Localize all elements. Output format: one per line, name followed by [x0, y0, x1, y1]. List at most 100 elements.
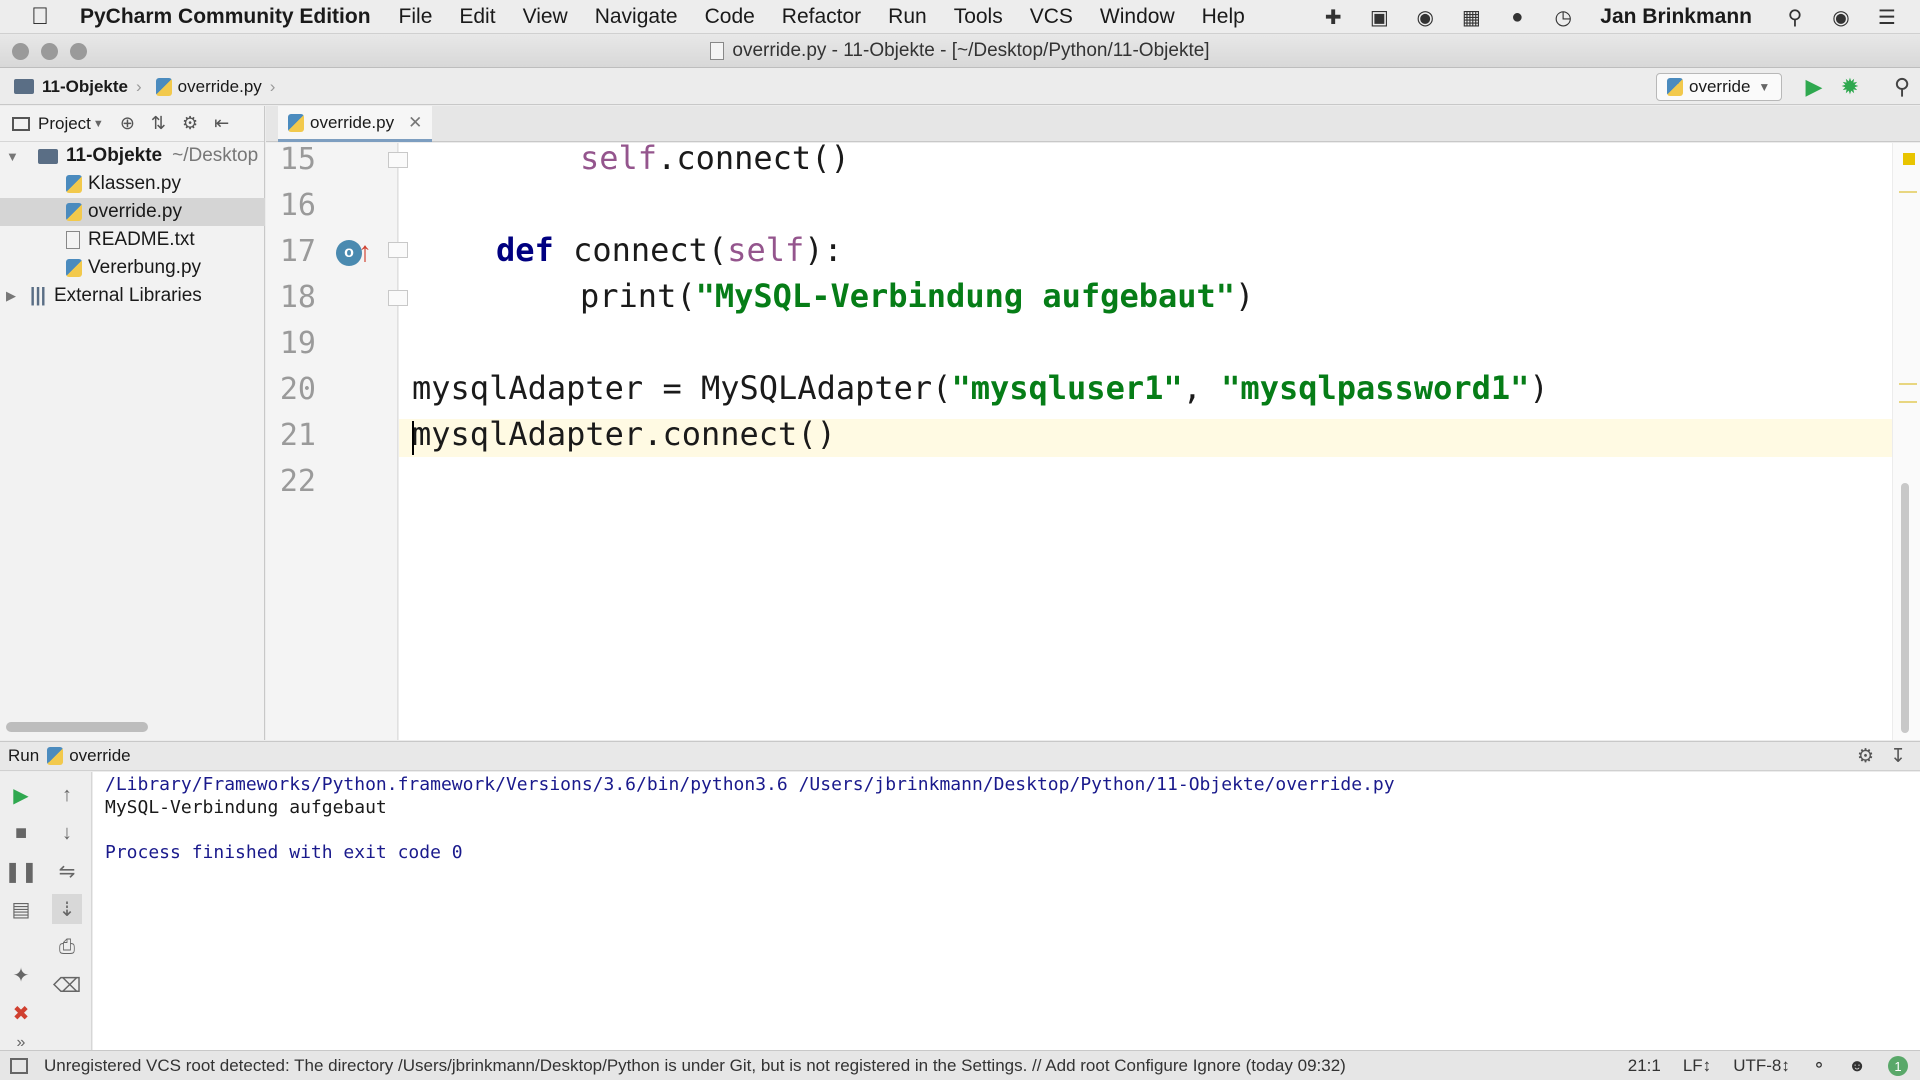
- gear-icon[interactable]: ⚙: [182, 113, 198, 134]
- run-console-output[interactable]: /Library/Frameworks/Python.framework/Ver…: [93, 772, 1920, 1050]
- menu-run[interactable]: Run: [888, 5, 927, 29]
- menu-refactor[interactable]: Refactor: [782, 5, 861, 29]
- chevron-down-icon[interactable]: ▼: [6, 149, 20, 164]
- run-panel-label[interactable]: Run: [8, 746, 39, 766]
- line-number: 22: [279, 464, 316, 499]
- console-exit-line: Process finished with exit code 0: [105, 842, 463, 863]
- siri-icon[interactable]: ◉: [1828, 6, 1854, 29]
- search-everywhere-icon[interactable]: ⚲: [1888, 73, 1916, 101]
- run-configuration-select[interactable]: override ▼: [1656, 73, 1782, 101]
- menu-file[interactable]: File: [399, 5, 433, 29]
- horizontal-scrollbar[interactable]: [6, 722, 148, 732]
- warning-marker-icon[interactable]: [1903, 153, 1915, 165]
- run-button[interactable]: ▶: [1800, 73, 1828, 101]
- arrow-up-icon[interactable]: ↑: [52, 780, 82, 810]
- run-panel-header: Run override ⚙ ↧: [0, 741, 1920, 771]
- notification-center-icon[interactable]: ☰: [1874, 6, 1900, 29]
- gear-icon[interactable]: ⚙: [1857, 745, 1874, 768]
- collapse-all-icon[interactable]: ⇅: [151, 113, 166, 134]
- breadcrumb-project[interactable]: 11-Objekte ›: [14, 77, 142, 97]
- caret-position[interactable]: 21:1: [1628, 1056, 1661, 1076]
- app-name-menu[interactable]: PyCharm Community Edition: [80, 5, 371, 29]
- folder-icon: [38, 148, 58, 164]
- pin-icon[interactable]: ✦: [6, 960, 36, 990]
- debug-button[interactable]: ✹: [1836, 73, 1864, 101]
- fold-marker-icon[interactable]: [388, 290, 408, 306]
- text-file-icon: [66, 231, 80, 249]
- menu-help[interactable]: Help: [1202, 5, 1245, 29]
- tree-file-override[interactable]: override.py: [0, 198, 265, 226]
- locate-file-icon[interactable]: ⊕: [120, 113, 135, 134]
- tree-file-readme[interactable]: README.txt: [0, 226, 265, 254]
- chevron-down-icon: ▼: [1758, 80, 1771, 94]
- vertical-scrollbar[interactable]: [1901, 483, 1909, 733]
- line-number: 20: [279, 372, 316, 407]
- layout-icon[interactable]: ▤: [6, 894, 36, 924]
- tree-file-klassen[interactable]: Klassen.py: [0, 170, 265, 198]
- warning-mark[interactable]: [1899, 401, 1917, 403]
- rerun-icon[interactable]: ▶: [6, 780, 36, 810]
- minimize-window-button[interactable]: [41, 43, 58, 60]
- warning-mark[interactable]: [1899, 383, 1917, 385]
- code-line-15[interactable]: self.connect(): [580, 139, 850, 177]
- lock-icon[interactable]: ⚬: [1812, 1056, 1826, 1076]
- plus-tray-icon[interactable]: ✚: [1320, 6, 1346, 29]
- menu-vcs[interactable]: VCS: [1030, 5, 1073, 29]
- leaf-tray-icon[interactable]: ◉: [1412, 6, 1438, 29]
- python-file-icon: [66, 175, 82, 193]
- stop-icon[interactable]: ■: [6, 818, 36, 848]
- fold-marker-icon[interactable]: [388, 152, 408, 168]
- close-tab-icon[interactable]: ✕: [408, 113, 422, 133]
- arrow-up-icon[interactable]: ↑: [358, 236, 372, 268]
- inspector-icon[interactable]: ☻: [1848, 1056, 1866, 1076]
- tab-override-py[interactable]: override.py ✕: [278, 106, 433, 142]
- menu-window[interactable]: Window: [1100, 5, 1175, 29]
- soft-wrap-icon[interactable]: ⇋: [52, 856, 82, 886]
- close-icon[interactable]: ✖: [6, 998, 36, 1028]
- print-icon[interactable]: ⎙: [52, 932, 82, 962]
- chevron-right-icon[interactable]: ▶: [6, 288, 20, 304]
- menu-navigate[interactable]: Navigate: [595, 5, 678, 29]
- code-line-18[interactable]: print("MySQL-Verbindung aufgebaut"): [580, 277, 1254, 315]
- pause-icon[interactable]: ❚❚: [4, 856, 38, 886]
- project-view-select[interactable]: Project: [38, 114, 91, 134]
- screen-record-tray-icon[interactable]: ▦: [1458, 6, 1484, 29]
- project-view-icon: [12, 116, 30, 131]
- line-separator-select[interactable]: LF↕: [1683, 1056, 1711, 1076]
- apple-icon[interactable]: : [0, 3, 80, 31]
- code-line-17[interactable]: def connect(self):: [496, 231, 843, 269]
- tree-external-libraries[interactable]: ▶ ||| External Libraries: [0, 282, 265, 310]
- chevron-down-icon[interactable]: ▼: [93, 118, 104, 130]
- code-line-21[interactable]: mysqlAdapter.connect(): [412, 415, 836, 453]
- trash-icon[interactable]: ⌫: [52, 970, 82, 1000]
- breadcrumb-file[interactable]: override.py ›: [155, 77, 275, 97]
- chat-tray-icon[interactable]: ●: [1504, 6, 1530, 28]
- error-stripe: [1892, 143, 1920, 740]
- fold-marker-icon[interactable]: [388, 242, 408, 258]
- tree-file-vererbung[interactable]: Vererbung.py: [0, 254, 265, 282]
- tool-windows-icon[interactable]: [10, 1057, 28, 1074]
- camera-tray-icon[interactable]: ▣: [1366, 6, 1392, 29]
- zoom-window-button[interactable]: [70, 43, 87, 60]
- event-log-badge[interactable]: 1: [1888, 1056, 1908, 1076]
- run-config-tab[interactable]: override: [69, 746, 130, 766]
- menu-tools[interactable]: Tools: [954, 5, 1003, 29]
- scroll-to-end-icon[interactable]: ⇣: [52, 894, 82, 924]
- user-name[interactable]: Jan Brinkmann: [1600, 5, 1752, 29]
- arrow-down-icon[interactable]: ↓: [52, 818, 82, 848]
- close-window-button[interactable]: [12, 43, 29, 60]
- tree-root-folder[interactable]: ▼ 11-Objekte ~/Desktop: [0, 142, 265, 170]
- warning-mark[interactable]: [1899, 191, 1917, 193]
- menu-code[interactable]: Code: [705, 5, 755, 29]
- hide-panel-icon[interactable]: ⇤: [214, 113, 229, 134]
- vcs-notification-message[interactable]: Unregistered VCS root detected: The dire…: [44, 1056, 1346, 1076]
- encoding-select[interactable]: UTF-8↕: [1733, 1056, 1790, 1076]
- menu-edit[interactable]: Edit: [459, 5, 495, 29]
- hide-panel-icon[interactable]: ↧: [1890, 745, 1906, 768]
- text-caret: [412, 421, 414, 455]
- code-line-20[interactable]: mysqlAdapter = MySQLAdapter("mysqluser1"…: [412, 369, 1549, 407]
- spotlight-search-icon[interactable]: ⚲: [1782, 6, 1808, 29]
- time-machine-tray-icon[interactable]: ◷: [1550, 6, 1576, 29]
- menu-view[interactable]: View: [523, 5, 568, 29]
- window-title-bar: override.py - 11-Objekte - [~/Desktop/Py…: [0, 34, 1920, 68]
